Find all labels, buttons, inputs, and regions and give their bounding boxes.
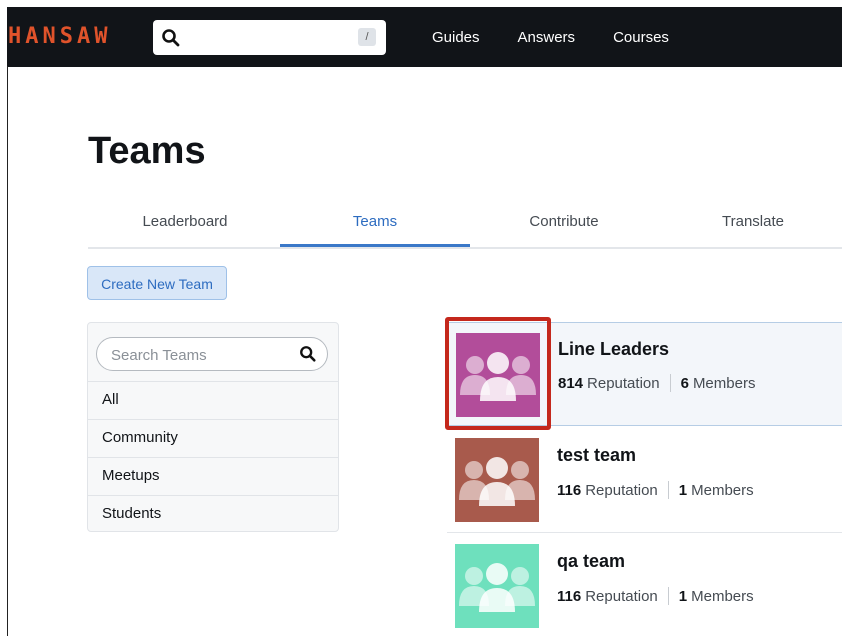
filter-item-meetups[interactable]: Meetups xyxy=(88,457,338,495)
team-avatar[interactable] xyxy=(455,438,539,522)
tab-contribute[interactable]: Contribute xyxy=(469,213,659,230)
reputation-value: 116 xyxy=(557,481,582,499)
members-value: 1 xyxy=(678,481,688,499)
create-new-team-button[interactable]: Create New Team xyxy=(87,266,227,300)
team-stats: 116 Reputation 1 Members xyxy=(557,587,754,605)
team-row-qa-team[interactable]: qa team 116 Reputation 1 Members xyxy=(447,534,842,636)
page-title: Teams xyxy=(88,130,206,172)
top-navbar: HANSAW / Guides Answers Courses xyxy=(0,7,842,67)
tab-leaderboard[interactable]: Leaderboard xyxy=(90,213,280,230)
row-divider xyxy=(447,532,842,533)
stats-divider xyxy=(667,481,669,499)
global-search-input[interactable] xyxy=(187,26,341,50)
members-label: Members xyxy=(692,374,756,392)
members-label: Members xyxy=(691,587,754,605)
members-value: 6 xyxy=(680,374,689,392)
filter-item-all[interactable]: All xyxy=(88,381,338,419)
team-search-input[interactable] xyxy=(109,344,293,366)
reputation-value: 814 xyxy=(558,374,584,392)
nav-link-courses[interactable]: Courses xyxy=(613,29,669,46)
app-frame: HANSAW / Guides Answers Courses Teams Le… xyxy=(0,0,842,636)
team-name[interactable]: Line Leaders xyxy=(558,339,669,360)
search-icon xyxy=(162,29,180,47)
tab-bar: Leaderboard Teams Contribute Translate xyxy=(88,205,842,249)
search-icon[interactable] xyxy=(299,345,317,363)
team-stats: 116 Reputation 1 Members xyxy=(557,481,754,499)
team-name[interactable]: qa team xyxy=(557,551,625,572)
filter-item-community[interactable]: Community xyxy=(88,419,338,457)
frame-edge xyxy=(7,66,8,636)
primary-nav: Guides Answers Courses xyxy=(432,7,707,67)
brand-logo[interactable]: HANSAW xyxy=(8,24,111,49)
team-filter-panel: All Community Meetups Students xyxy=(87,322,339,532)
members-label: Members xyxy=(691,481,754,499)
team-row-test-team[interactable]: test team 116 Reputation 1 Members xyxy=(447,428,842,533)
reputation-label: Reputation xyxy=(587,374,660,392)
avatar-background xyxy=(455,544,539,628)
team-name[interactable]: test team xyxy=(557,445,636,466)
members-value: 1 xyxy=(678,587,688,605)
annotation-highlight-box xyxy=(445,317,551,430)
filter-item-students[interactable]: Students xyxy=(88,495,338,533)
tab-teams[interactable]: Teams xyxy=(280,213,470,230)
stats-divider xyxy=(669,374,671,392)
tab-translate[interactable]: Translate xyxy=(658,213,842,230)
stats-divider xyxy=(667,587,669,605)
global-search[interactable]: / xyxy=(153,20,386,55)
team-avatar[interactable] xyxy=(455,544,539,628)
nav-link-answers[interactable]: Answers xyxy=(518,29,576,46)
search-shortcut-badge: / xyxy=(358,28,376,46)
avatar-background xyxy=(455,438,539,522)
team-stats: 814 Reputation 6 Members xyxy=(558,374,755,392)
team-search-field[interactable] xyxy=(96,337,328,371)
reputation-label: Reputation xyxy=(585,587,658,605)
reputation-value: 116 xyxy=(557,587,582,605)
nav-link-guides[interactable]: Guides xyxy=(432,29,480,46)
reputation-label: Reputation xyxy=(585,481,658,499)
active-tab-indicator xyxy=(280,244,470,247)
